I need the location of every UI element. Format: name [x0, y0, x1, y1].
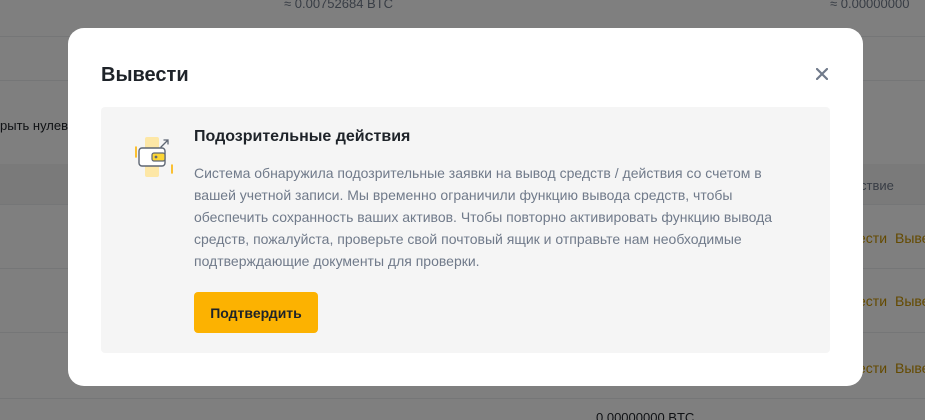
panel-heading: Подозрительные действия [194, 128, 411, 145]
suspicious-activity-panel: Подозрительные действия Система обнаружи… [101, 107, 830, 353]
close-button[interactable] [812, 64, 832, 84]
modal-title: Вывести [101, 64, 189, 86]
withdraw-modal: Вывести Подозрительные действия Система … [68, 28, 863, 386]
close-icon [816, 68, 828, 80]
wallet-warning-icon [134, 135, 174, 181]
panel-description: Система обнаружила подозрительные заявки… [194, 165, 773, 269]
confirm-button[interactable]: Подтвердить [194, 292, 318, 333]
